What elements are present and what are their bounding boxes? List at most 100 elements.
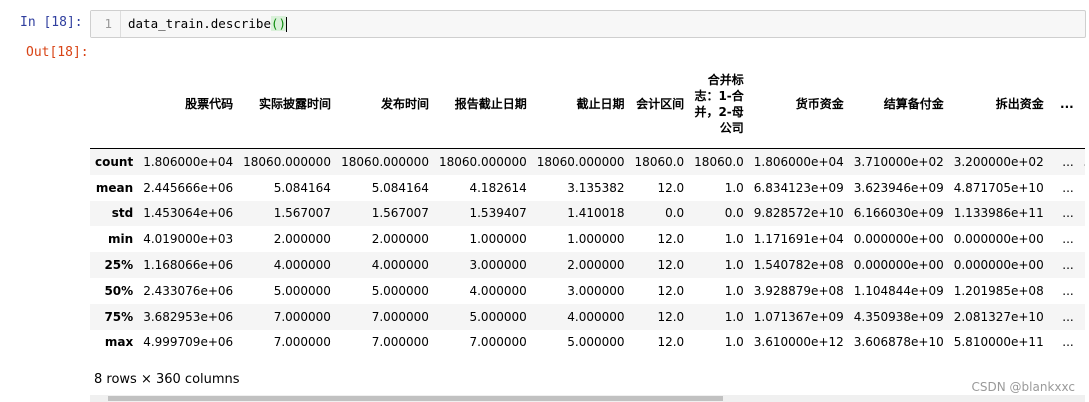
table-cell: 7.000000 xyxy=(469,335,527,350)
table-cell: 12.0 xyxy=(657,283,685,298)
table-cell: 37.181300 xyxy=(1079,330,1085,356)
table-cell: 3.606878e+10 xyxy=(853,335,944,350)
table-cell: 2.000000 xyxy=(273,232,331,247)
row-label: 25% xyxy=(104,258,134,273)
table-cell: 3.000000 xyxy=(469,258,527,273)
table-cell: 5.084164 xyxy=(273,180,331,195)
table-cell: ... xyxy=(1062,309,1074,324)
table-cell: 1.806000e+04 xyxy=(143,154,234,169)
table-row: count 1.806000e+04 18060.000000 18060.00000… xyxy=(90,148,1085,175)
column-header: 股票代码 xyxy=(138,60,239,149)
column-header: 实际披露时间 xyxy=(238,60,336,149)
header-ellipsis: ... xyxy=(1048,60,1079,149)
table-cell: 3.000000 xyxy=(567,283,625,298)
table-cell: 4.000000 xyxy=(371,258,429,273)
row-label: count xyxy=(95,154,134,169)
table-cell: 7.000000 xyxy=(371,309,429,324)
table-cell: 18060.0 xyxy=(634,154,685,169)
table-body: count 1.806000e+04 18060.000000 18060.00000… xyxy=(90,148,1085,356)
header-row: 股票代码 实际披露时间 发布时间 报告截止日期 截止日期 会计区间 合并标志：1-合并，2-… xyxy=(90,60,1085,149)
table-cell: 18060.000000 xyxy=(536,154,625,169)
table-cell: 12.0 xyxy=(657,309,685,324)
table-cell: 4.182614 xyxy=(469,180,527,195)
row-label: mean xyxy=(95,180,134,195)
table-cell: 5.000000 xyxy=(469,309,527,324)
table-cell: 5.000000 xyxy=(567,335,625,350)
table-cell: 18060.000000 xyxy=(243,154,331,169)
text-cursor xyxy=(286,17,288,32)
table-row: mean 2.445666e+06 5.084164 5.084164 4.182614… xyxy=(90,175,1085,201)
table-row: std 1.453064e+06 1.567007 1.567007 1.539407 1… xyxy=(90,200,1085,227)
table-cell: 12.0 xyxy=(657,258,685,273)
table-cell: 12.0 xyxy=(657,232,685,247)
table-cell: ... xyxy=(1062,154,1074,169)
table-row: 75% 3.682953e+06 7.000000 7.000000 5.000000 4… xyxy=(90,303,1085,330)
column-header: 流动资产周转率 xyxy=(1078,60,1085,149)
table-row: 50% 2.433076e+06 5.000000 5.000000 4.000000 3… xyxy=(90,278,1085,304)
table-cell: 5.000000 xyxy=(371,283,429,298)
table-cell: 0.000000 xyxy=(1079,226,1085,252)
table-cell: 1.071367e+09 xyxy=(753,309,844,324)
table-cell: 5798.000000 xyxy=(1079,149,1085,175)
row-label: 50% xyxy=(104,283,134,298)
table-cell: 3.200000e+02 xyxy=(953,154,1044,169)
table-cell: 1.806000e+04 xyxy=(753,154,844,169)
table-row: min 4.019000e+03 2.000000 2.000000 1.000000 1… xyxy=(90,226,1085,252)
table-cell: 2.081327e+10 xyxy=(953,309,1044,324)
table-cell: 1.168066e+06 xyxy=(143,258,234,273)
table-cell: 18060.000000 xyxy=(341,154,429,169)
table-cell: 1.0 xyxy=(724,309,744,324)
table-row: max 4.999709e+06 7.000000 7.000000 7.000000 5… xyxy=(90,330,1085,356)
table-cell: 1.453064e+06 xyxy=(143,206,234,221)
scrollbar-thumb[interactable] xyxy=(108,396,723,401)
table-cell: 12.0 xyxy=(657,180,685,195)
dataframe-output: 股票代码 实际披露时间 发布时间 报告截止日期 截止日期 会计区间 合并标志：1-合并，2-… xyxy=(90,60,1085,360)
table-cell: 1.000000 xyxy=(469,232,527,247)
table-cell: ... xyxy=(1062,283,1074,298)
table-row: 25% 1.168066e+06 4.000000 4.000000 3.000000 2… xyxy=(90,252,1085,278)
table-cell: ... xyxy=(1062,335,1074,350)
table-cell: 1.0 xyxy=(724,180,744,195)
code-line[interactable]: data_train.describe() xyxy=(128,11,288,37)
table-cell: ... xyxy=(1062,206,1074,221)
table-cell: 6.834123e+09 xyxy=(753,180,844,195)
table-cell: 2.445666e+06 xyxy=(143,180,234,195)
table-cell: 1.0 xyxy=(724,232,744,247)
table-cell: 1.104844e+09 xyxy=(853,283,944,298)
table-cell: 1.000000 xyxy=(567,232,625,247)
table-cell: 3.135382 xyxy=(567,180,625,195)
table-cell: 2.433076e+06 xyxy=(143,283,234,298)
table-cell: 1.201985e+08 xyxy=(953,283,1044,298)
table-cell: 2.000000 xyxy=(567,258,625,273)
table-cell: ... xyxy=(1062,180,1074,195)
table-cell: 4.000000 xyxy=(567,309,625,324)
table-cell: 12.0 xyxy=(657,335,685,350)
table-cell: 4.350938e+09 xyxy=(853,309,944,324)
table-cell: 7.000000 xyxy=(273,335,331,350)
table-cell: 1.0 xyxy=(724,283,744,298)
horizontal-scrollbar[interactable] xyxy=(90,395,1085,402)
table-cell: 18060.0 xyxy=(694,154,744,169)
column-header: 发布时间 xyxy=(335,60,434,149)
row-label: 75% xyxy=(104,309,134,324)
line-number: 1 xyxy=(91,11,121,37)
table-cell: 0.000000e+00 xyxy=(953,258,1044,273)
table-cell: 5.000000 xyxy=(273,283,331,298)
table-cell: 1.567007 xyxy=(371,206,429,221)
table-cell: 1.456594 xyxy=(1079,201,1085,227)
table-cell: 3.682953e+06 xyxy=(143,309,234,324)
table-cell: 0.643225 xyxy=(1079,252,1085,278)
table-cell: 0.000000e+00 xyxy=(853,258,944,273)
column-header: 会计区间 xyxy=(629,60,690,149)
table-cell: 1.539407 xyxy=(469,206,527,221)
table-cell: 1.0 xyxy=(724,335,744,350)
code-text: data_train.describe xyxy=(128,16,271,31)
table-cell: ... xyxy=(1062,232,1074,247)
table-header: 股票代码 实际披露时间 发布时间 报告截止日期 截止日期 会计区间 合并标志：1-合并，2-… xyxy=(90,60,1085,149)
table-cell: 1.540782e+08 xyxy=(753,258,844,273)
table-cell: ... xyxy=(1062,258,1074,273)
watermark: CSDN @blankxxc xyxy=(971,380,1075,394)
table-cell: 7.000000 xyxy=(273,309,331,324)
table-cell: 1.567007 xyxy=(273,206,331,221)
code-input-area[interactable]: 1 data_train.describe() xyxy=(90,10,1086,38)
